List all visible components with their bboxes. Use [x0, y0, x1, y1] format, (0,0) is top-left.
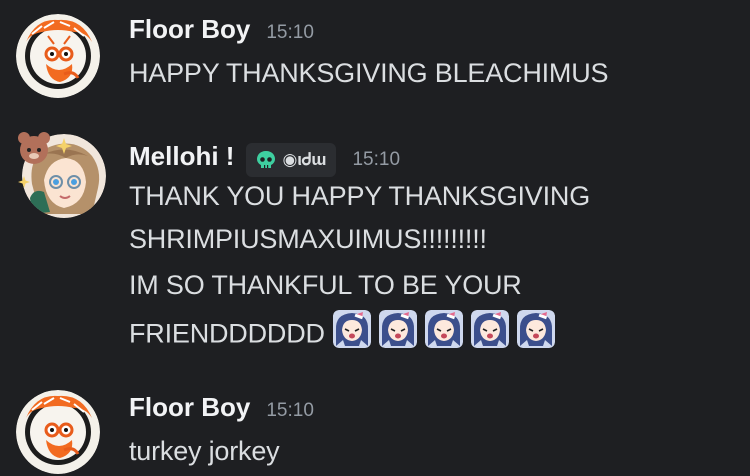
sparkle-icon [18, 176, 30, 188]
avatar[interactable] [16, 390, 100, 474]
message-text: SHRIMPIUSMAXUIMUS!!!!!!!!! [129, 224, 487, 254]
bear-decoration-icon [18, 132, 50, 164]
emoji-row [332, 310, 555, 355]
avatar[interactable] [16, 14, 100, 98]
message-text: turkey jorkey [129, 436, 280, 466]
timestamp[interactable]: 15:10 [266, 400, 314, 422]
skull-icon [257, 151, 276, 168]
server-tag[interactable]: ◉ιᏧɯ [246, 143, 337, 177]
anime-girl-emoji[interactable] [424, 310, 463, 355]
message-text: HAPPY THANKSGIVING BLEACHIMUS [129, 58, 609, 88]
anime-girl-emoji[interactable] [378, 310, 417, 355]
username[interactable]: Floor Boy [129, 14, 250, 45]
server-tag-label: ◉ιᏧɯ [282, 150, 327, 169]
message-text: IM SO THANKFUL TO BE YOUR [129, 270, 522, 300]
anime-girl-emoji[interactable] [470, 310, 509, 355]
anime-girl-emoji[interactable] [332, 310, 371, 355]
sushi-shrimp-avatar-icon [16, 390, 100, 474]
timestamp[interactable]: 15:10 [266, 22, 314, 44]
message-text: THANK YOU HAPPY THANKSGIVING [129, 181, 591, 211]
message-header: Floor Boy 15:10 [129, 14, 314, 45]
sparkle-icon [56, 138, 72, 154]
username[interactable]: Floor Boy [129, 392, 250, 423]
timestamp[interactable]: 15:10 [352, 149, 400, 171]
message-text: FRIENDDDDDD [129, 310, 555, 358]
message-header: Floor Boy 15:10 [129, 392, 314, 423]
message-text-fragment: FRIENDDDDDD [129, 318, 325, 349]
message-header: Mellohi ! ◉ιᏧɯ 15:10 [129, 138, 400, 177]
username[interactable]: Mellohi ! [129, 141, 234, 172]
sushi-shrimp-avatar-icon [16, 14, 100, 98]
anime-girl-emoji[interactable] [516, 310, 555, 355]
